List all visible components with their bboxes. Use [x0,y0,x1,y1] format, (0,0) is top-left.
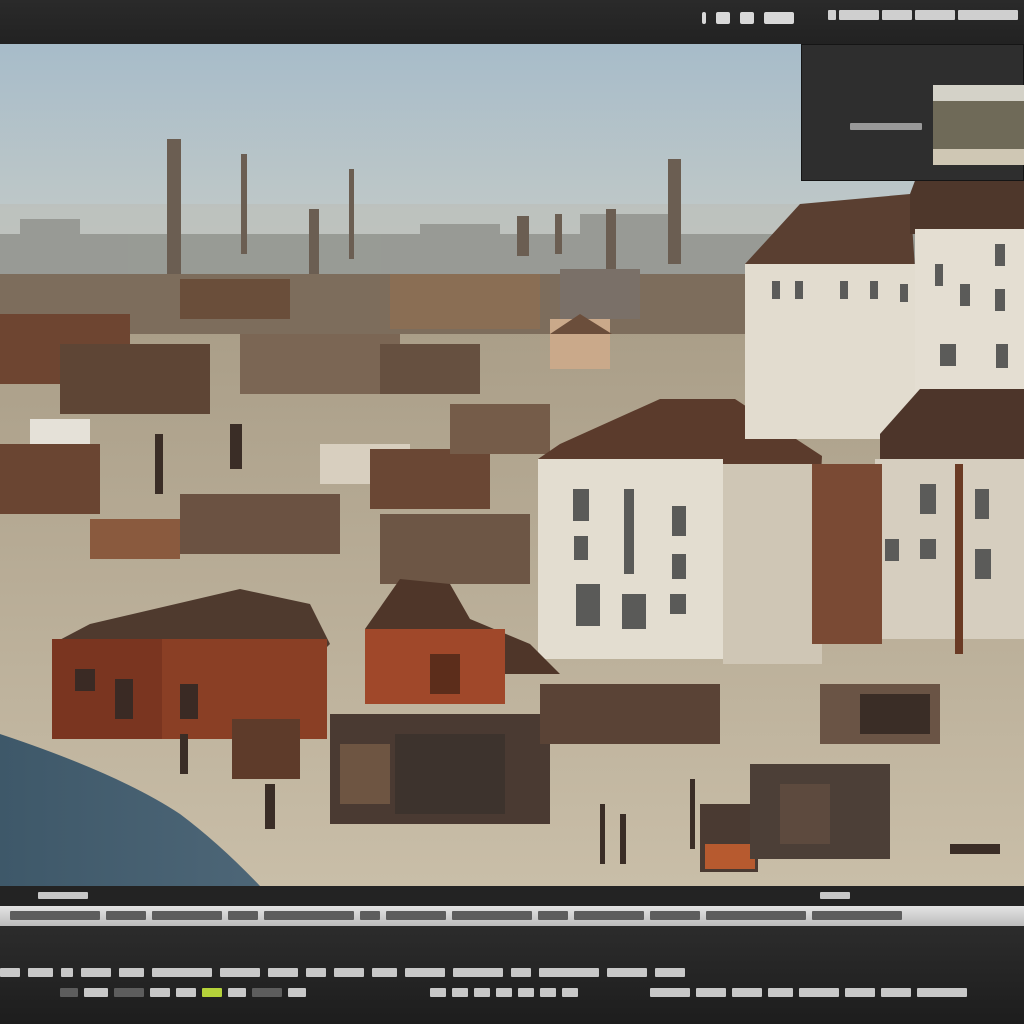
timeline-header-chips [38,892,88,899]
chimney-1 [167,139,181,279]
tab-button[interactable] [882,10,912,20]
bottom-panel [0,926,1024,1024]
navigator-panel[interactable] [801,44,1024,181]
camera-icon[interactable] [740,12,754,24]
chimney-2 [241,154,247,254]
toolbar-icons [702,12,794,24]
keyframe-icon[interactable] [202,988,222,997]
timeline-header-right [820,892,850,899]
thumbnail-icon[interactable] [933,85,1024,165]
tab-button[interactable] [828,10,836,20]
grid-icon[interactable] [716,12,730,24]
chimney-7 [517,216,529,256]
loop-icon[interactable] [474,988,490,997]
app-window [0,0,1024,1024]
ruler-marks [10,911,902,920]
stop-icon[interactable] [452,988,468,997]
chimney-3 [309,209,319,279]
tab-button[interactable] [958,10,1018,20]
track-row-3 [650,988,967,997]
chimney-5 [668,159,681,264]
chimney-6 [606,209,616,269]
top-toolbar [0,0,1024,45]
play-icon[interactable] [430,988,446,997]
track-row-2 [60,988,306,997]
timeline-ruler[interactable] [0,906,1024,926]
transport-controls [430,988,578,997]
panel-icon[interactable] [702,12,706,24]
menu-icon[interactable] [764,12,794,24]
top-tabs [828,10,1018,20]
chimney-8 [555,214,562,254]
navigator-label [850,123,922,130]
tab-button[interactable] [915,10,955,20]
track-row-1 [0,968,685,977]
timeline-header [0,886,1024,906]
chimney-4 [349,169,354,259]
tab-button[interactable] [839,10,879,20]
main-viewport[interactable] [0,44,1024,886]
